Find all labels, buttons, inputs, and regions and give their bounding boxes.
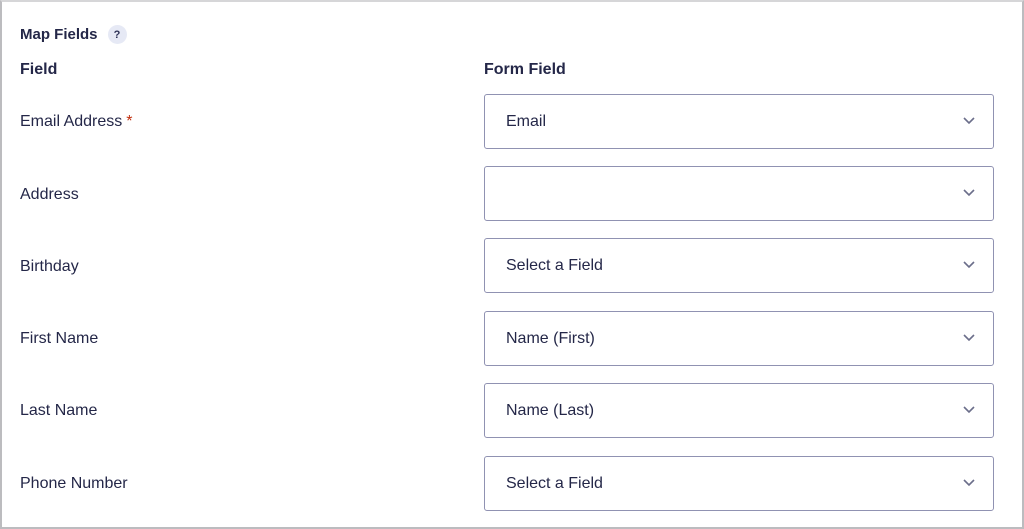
phone-number-select[interactable]: Select a Field [484,456,994,511]
section-header: Map Fields ? [20,25,127,44]
question-icon[interactable]: ? [107,25,127,44]
section-title: Map Fields [20,26,98,43]
select-value: Email [506,113,547,130]
column-header-form-field: Form Field [484,61,566,78]
field-label-birthday: Birthday [20,258,79,275]
chevron-down-icon [963,479,975,487]
select-value: Name (Last) [506,402,595,419]
last-name-select[interactable]: Name (Last) [484,383,994,438]
email-address-select[interactable]: Email [484,94,994,149]
field-label-phone-number: Phone Number [20,475,128,492]
first-name-select[interactable]: Name (First) [484,311,994,366]
address-select[interactable] [484,166,994,221]
field-label-first-name: First Name [20,330,99,347]
chevron-down-icon [963,117,975,125]
column-header-field: Field [20,61,58,78]
select-value: Name (First) [506,330,595,347]
birthday-select[interactable]: Select a Field [484,238,994,293]
field-label-email-address: Email Address * [20,113,133,130]
chevron-down-icon [963,334,975,342]
field-label-address: Address [20,186,79,203]
map-fields-panel: Map Fields ? Field Form Field Email Addr… [0,0,1024,529]
required-indicator: * [126,113,133,130]
chevron-down-icon [963,261,975,269]
chevron-down-icon [963,406,975,414]
select-value: Select a Field [506,257,603,274]
select-value: Select a Field [506,475,603,492]
field-label-last-name: Last Name [20,402,98,419]
chevron-down-icon [963,189,975,197]
